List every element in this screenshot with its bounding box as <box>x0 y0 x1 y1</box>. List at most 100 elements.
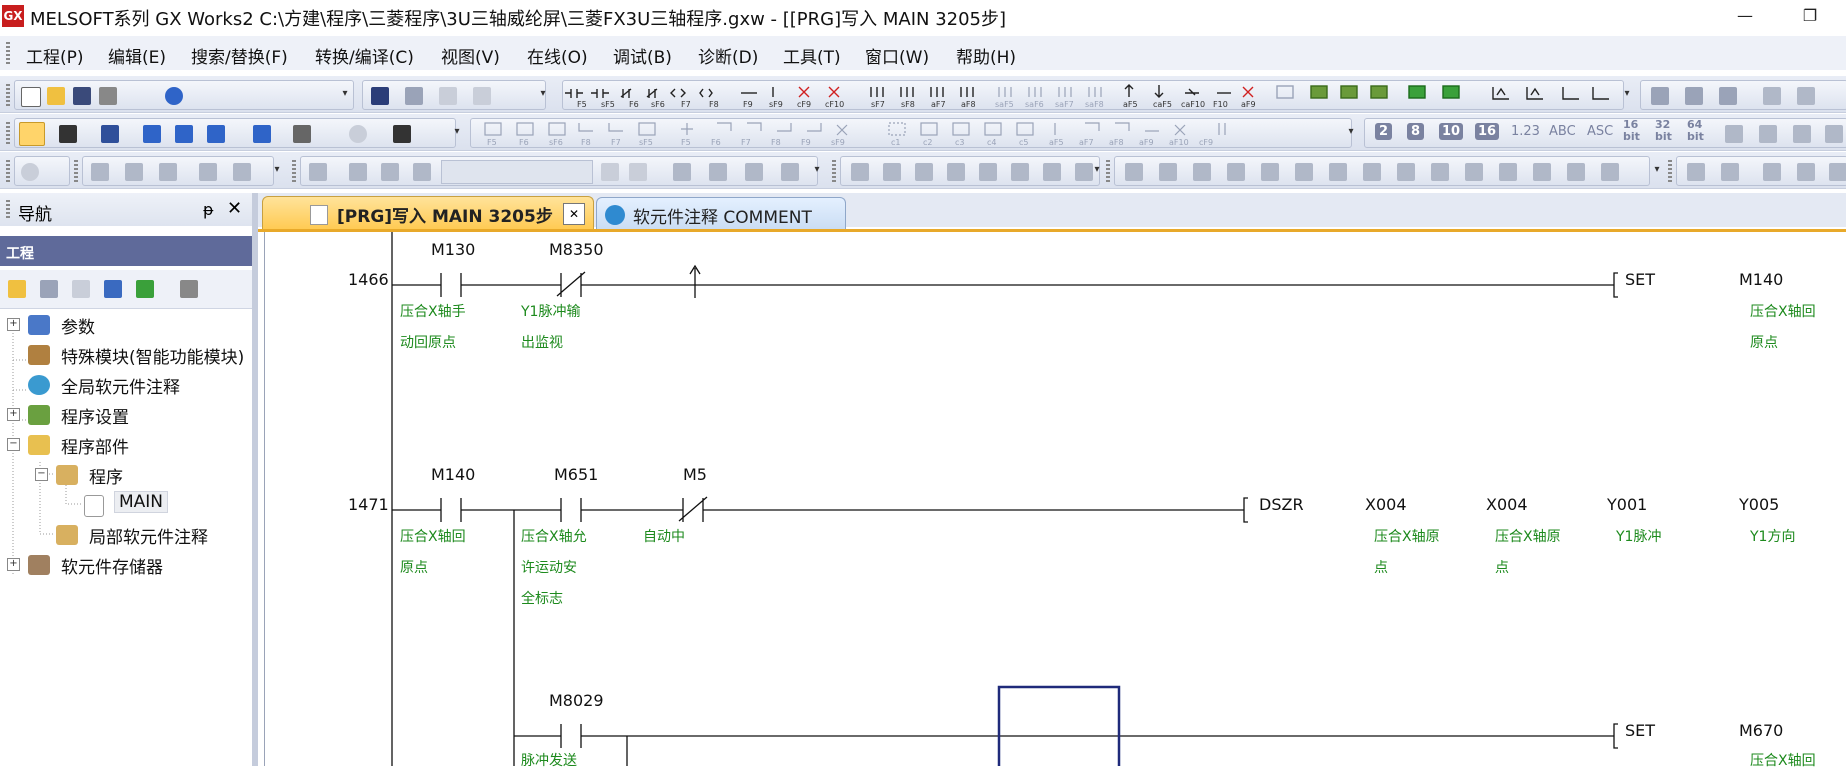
pin-icon[interactable]: ᵽ <box>203 200 214 219</box>
contact-device[interactable]: M140 <box>431 465 475 484</box>
chart-icon[interactable] <box>1685 87 1703 105</box>
tree-item-program-parts[interactable]: 程序部件 <box>61 433 129 458</box>
device-monitor-icon[interactable] <box>253 125 271 143</box>
menu-diagnostics[interactable]: 诊断(D) <box>698 43 758 68</box>
tree-expander[interactable]: + <box>7 408 20 421</box>
save-icon[interactable] <box>73 87 91 105</box>
tree-item-main[interactable]: MAIN <box>114 491 169 513</box>
navigation-icon[interactable] <box>19 122 45 146</box>
operand-device[interactable]: M140 <box>1739 270 1783 289</box>
sfc-icon[interactable] <box>709 163 727 181</box>
chart-icon[interactable] <box>1651 87 1669 105</box>
fbd-icon[interactable] <box>1363 163 1381 181</box>
sfc-input[interactable] <box>441 160 593 184</box>
toolbar-grip[interactable] <box>292 160 296 182</box>
toolbar-chevron[interactable]: ▾ <box>1622 80 1632 108</box>
fbd-icon[interactable] <box>1397 163 1415 181</box>
device-icon[interactable] <box>207 125 225 143</box>
toolbar-grip[interactable] <box>6 160 10 182</box>
cut-icon[interactable] <box>371 87 389 105</box>
structure-icon[interactable] <box>947 163 965 181</box>
help-icon[interactable] <box>165 87 183 105</box>
tab-main-program[interactable]: [PRG]写入 MAIN 3205步 ✕ <box>262 196 594 231</box>
panel-grip[interactable] <box>6 200 10 220</box>
window-icon[interactable] <box>101 125 119 143</box>
step-icon[interactable] <box>125 163 143 181</box>
step-icon[interactable] <box>199 163 217 181</box>
paste-icon[interactable] <box>72 280 90 298</box>
menu-window[interactable]: 窗口(W) <box>865 43 929 68</box>
tree-item-global-comment[interactable]: 全局软元件注释 <box>61 373 180 398</box>
structure-icon[interactable] <box>851 163 869 181</box>
layout-icon[interactable] <box>1687 163 1705 181</box>
close-icon[interactable]: ✕ <box>227 198 242 219</box>
restore-button[interactable]: ❐ <box>1790 2 1830 30</box>
instruction-name[interactable]: SET <box>1625 721 1655 740</box>
sfc-icon[interactable] <box>745 163 763 181</box>
device-icon[interactable] <box>1725 125 1743 143</box>
fbd-icon[interactable] <box>1601 163 1619 181</box>
fbd-icon[interactable] <box>1499 163 1517 181</box>
fbd-icon[interactable] <box>1193 163 1211 181</box>
module-icon[interactable] <box>59 125 77 143</box>
tree-item-program-setting[interactable]: 程序设置 <box>61 403 129 428</box>
sfc-icon[interactable] <box>413 163 431 181</box>
sort-icon[interactable] <box>180 280 198 298</box>
contact-device[interactable]: M8029 <box>549 691 604 710</box>
open-folder-icon[interactable] <box>47 87 65 105</box>
pen-icon[interactable] <box>1159 163 1177 181</box>
sfc-symbol-icons[interactable] <box>471 119 1351 147</box>
toolbar-grip[interactable] <box>1106 160 1110 182</box>
menu-convert-compile[interactable]: 转换/编译(C) <box>315 43 414 68</box>
layout-icon[interactable] <box>1721 163 1739 181</box>
structure-icon[interactable] <box>1043 163 1061 181</box>
new-file-icon[interactable] <box>21 87 41 107</box>
binoculars-icon[interactable] <box>393 125 411 143</box>
search-device-icon[interactable] <box>293 125 311 143</box>
hex-button[interactable]: 16 <box>1475 123 1500 140</box>
structure-icon[interactable] <box>1075 163 1093 181</box>
menu-grip[interactable] <box>6 42 10 64</box>
toolbar-grip[interactable] <box>1668 160 1672 182</box>
sfc-icon[interactable] <box>381 163 399 181</box>
chart-icon[interactable] <box>1797 87 1815 105</box>
structure-icon[interactable] <box>1011 163 1029 181</box>
zoom-icon[interactable] <box>1763 87 1781 105</box>
device-icon[interactable] <box>143 125 161 143</box>
fbd-icon[interactable] <box>1465 163 1483 181</box>
toolbar-chevron[interactable]: ▾ <box>1346 118 1356 146</box>
minimize-button[interactable]: — <box>1725 2 1765 30</box>
operand-device[interactable]: X004 <box>1365 495 1407 514</box>
instruction-name[interactable]: SET <box>1625 270 1655 289</box>
device-icon[interactable] <box>1759 125 1777 143</box>
undo-icon[interactable] <box>473 87 491 105</box>
ascii-button[interactable]: ASC <box>1587 124 1613 139</box>
toolbar-chevron[interactable]: ▾ <box>340 80 350 108</box>
properties-icon[interactable] <box>104 280 122 298</box>
tree-item-program[interactable]: 程序 <box>89 463 123 488</box>
fbd-icon[interactable] <box>1533 163 1551 181</box>
structure-icon[interactable] <box>915 163 933 181</box>
toolbar-chevron[interactable]: ▾ <box>538 80 548 108</box>
copy-icon[interactable] <box>405 87 423 105</box>
tree-item-device-memory[interactable]: 软元件存储器 <box>61 553 163 578</box>
structure-icon[interactable] <box>979 163 997 181</box>
menu-project[interactable]: 工程(P) <box>26 43 84 68</box>
project-header[interactable] <box>0 236 252 266</box>
octal-button[interactable]: 8 <box>1407 123 1425 140</box>
layout-icon[interactable] <box>1763 163 1781 181</box>
sfc-icon[interactable] <box>601 163 619 181</box>
refresh-icon[interactable] <box>136 280 154 298</box>
toolbar-grip[interactable] <box>74 160 78 182</box>
tab-device-comment[interactable]: 软元件注释 COMMENT <box>596 197 846 231</box>
menu-edit[interactable]: 编辑(E) <box>108 43 166 68</box>
tab-close-icon[interactable]: ✕ <box>563 203 585 225</box>
contact-device[interactable]: M651 <box>554 465 598 484</box>
tree-item-parameters[interactable]: 参数 <box>61 313 95 338</box>
print-icon[interactable] <box>99 87 117 105</box>
menu-tools[interactable]: 工具(T) <box>783 43 841 68</box>
tree-item-intelligent-modules[interactable]: 特殊模块(智能功能模块) <box>61 343 244 368</box>
menu-debug[interactable]: 调试(B) <box>613 43 672 68</box>
toolbar-chevron[interactable]: ▾ <box>812 156 822 184</box>
fbd-icon[interactable] <box>1329 163 1347 181</box>
